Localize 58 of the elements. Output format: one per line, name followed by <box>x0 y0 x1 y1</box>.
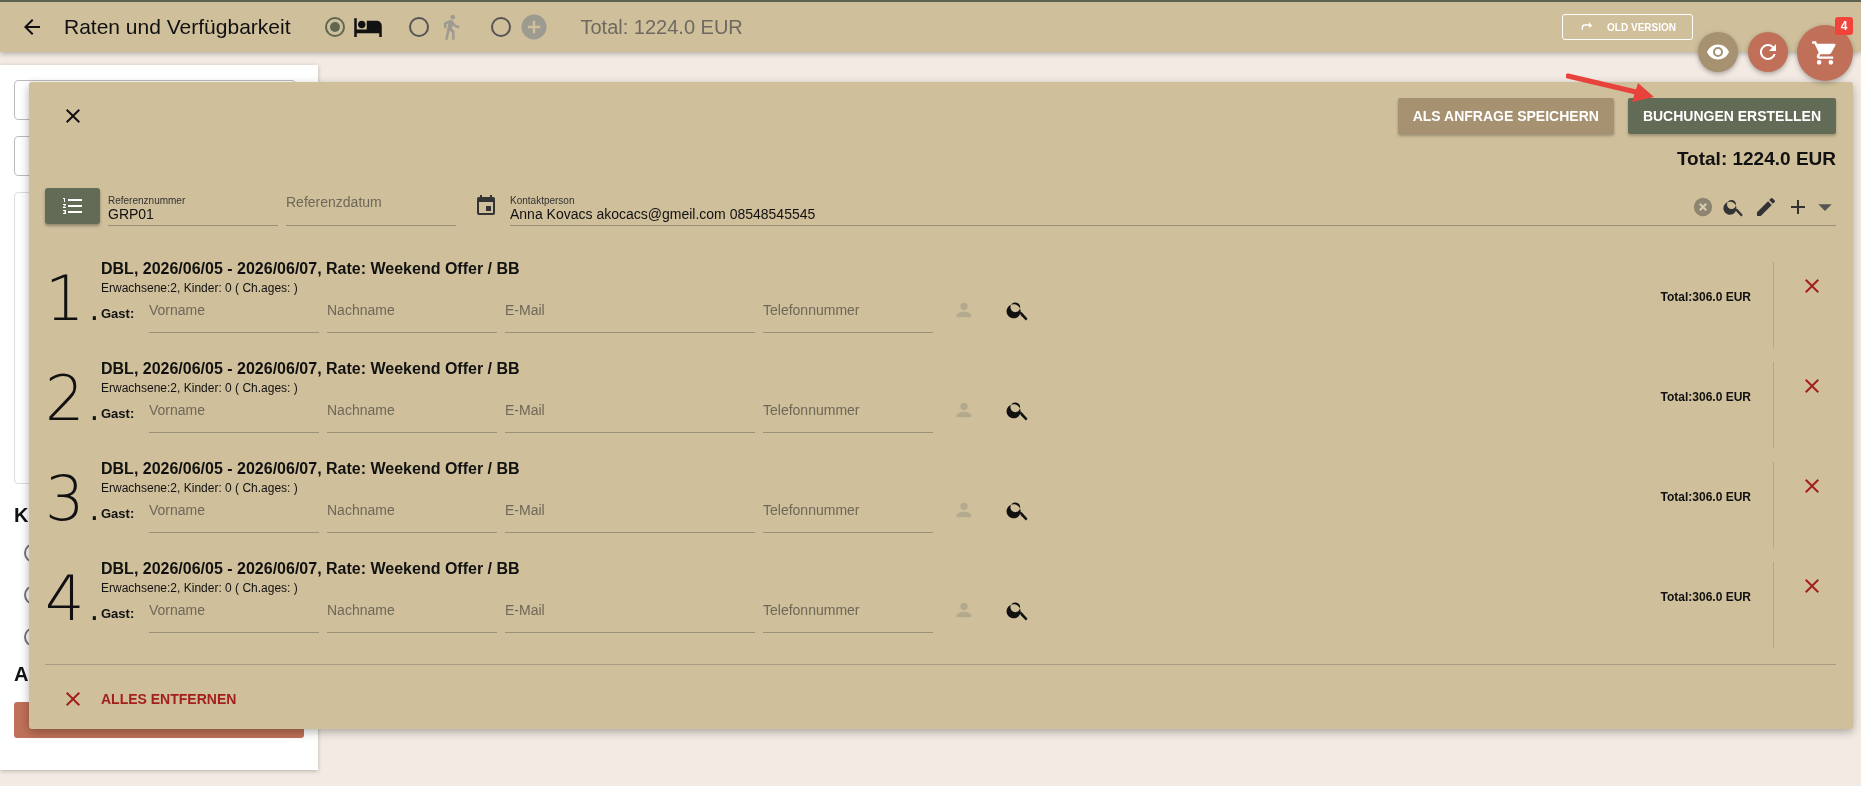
guest-field[interactable]: E-Mail <box>505 295 755 333</box>
contact-person-field[interactable]: Kontaktperson Anna Kovacs akocacs@gmeil.com 08548545545 <box>510 188 1836 226</box>
guest-field[interactable]: Telefonnummer <box>763 495 933 533</box>
guest-field[interactable]: Vorname <box>149 595 319 633</box>
guest-field[interactable]: Vorname <box>149 295 319 333</box>
radio-button[interactable] <box>324 17 345 37</box>
booking-details: Erwachsene:2, Kinder: 0 ( Ch.ages: ) <box>101 481 299 495</box>
create-bookings-button[interactable]: BUCHUNGEN ERSTELLEN <box>1627 98 1836 134</box>
guest-field[interactable]: Telefonnummer <box>763 295 933 333</box>
preview-button[interactable] <box>1698 32 1738 72</box>
booking-number: 1. <box>45 266 101 332</box>
booking-title: DBL, 2026/06/05 - 2026/06/07, Rate: Weekend Offer / BB <box>101 260 521 278</box>
guest-field[interactable]: E-Mail <box>505 595 755 633</box>
booking-total: Total:306.0 EUR <box>1660 590 1751 604</box>
calendar-icon[interactable] <box>474 194 498 218</box>
remove-all-button[interactable]: ALLES ENTFERNEN <box>61 687 237 711</box>
guest-field[interactable]: Vorname <box>149 395 319 433</box>
guest-field[interactable]: Nachname <box>327 395 497 433</box>
guest-field[interactable]: Telefonnummer <box>763 595 933 633</box>
radio-button[interactable] <box>408 17 429 37</box>
guest-field[interactable]: Vorname <box>149 495 319 533</box>
guest-label: Gast: <box>101 506 136 521</box>
cart-count-badge: 4 <box>1835 17 1853 35</box>
booking-number: 4. <box>45 566 101 632</box>
dropdown-caret-icon[interactable] <box>1818 203 1832 211</box>
booking-title: DBL, 2026/06/05 - 2026/06/07, Rate: Weekend Offer / BB <box>101 560 521 578</box>
total-amount: Total: 1224.0 EUR <box>580 15 743 39</box>
section-heading: A <box>14 663 29 686</box>
dialog-total: Total: 1224.0 EUR <box>1675 148 1836 170</box>
reference-number-field[interactable]: Referenznummer GRP01 <box>108 188 278 226</box>
booking-details: Erwachsene:2, Kinder: 0 ( Ch.ages: ) <box>101 381 299 395</box>
booking-title: DBL, 2026/06/05 - 2026/06/07, Rate: Weekend Offer / BB <box>101 460 521 478</box>
radio-button[interactable] <box>490 17 511 37</box>
page-title: Raten und Verfügbarkeit <box>64 15 291 39</box>
booking-title: DBL, 2026/06/05 - 2026/06/07, Rate: Weekend Offer / BB <box>101 360 521 378</box>
booking-total: Total:306.0 EUR <box>1660 390 1751 404</box>
numbered-list-button[interactable] <box>45 188 100 224</box>
booking-total: Total:306.0 EUR <box>1660 490 1751 504</box>
guest-field[interactable]: Nachname <box>327 295 497 333</box>
guest-label: Gast: <box>101 406 136 421</box>
guest-label: Gast: <box>101 606 136 621</box>
guest-field[interactable]: E-Mail <box>505 495 755 533</box>
clear-icon[interactable] <box>1692 196 1714 218</box>
booking-details: Erwachsene:2, Kinder: 0 ( Ch.ages: ) <box>101 581 299 595</box>
booking-number: 3. <box>45 466 101 532</box>
guest-field[interactable]: Telefonnummer <box>763 395 933 433</box>
guest-field[interactable]: Nachname <box>327 495 497 533</box>
booking-total: Total:306.0 EUR <box>1660 290 1751 304</box>
guest-field[interactable]: Nachname <box>327 595 497 633</box>
edit-icon[interactable] <box>1754 195 1778 219</box>
guest-field[interactable]: E-Mail <box>505 395 755 433</box>
save-request-button[interactable]: ALS ANFRAGE SPEICHERN <box>1397 98 1614 134</box>
reference-date-field[interactable]: Referenzdatum <box>286 188 456 226</box>
booking-details: Erwachsene:2, Kinder: 0 ( Ch.ages: ) <box>101 281 299 295</box>
refresh-button[interactable] <box>1748 32 1788 72</box>
guest-label: Gast: <box>101 306 136 321</box>
booking-number: 2. <box>45 366 101 432</box>
section-heading: K <box>14 504 29 527</box>
